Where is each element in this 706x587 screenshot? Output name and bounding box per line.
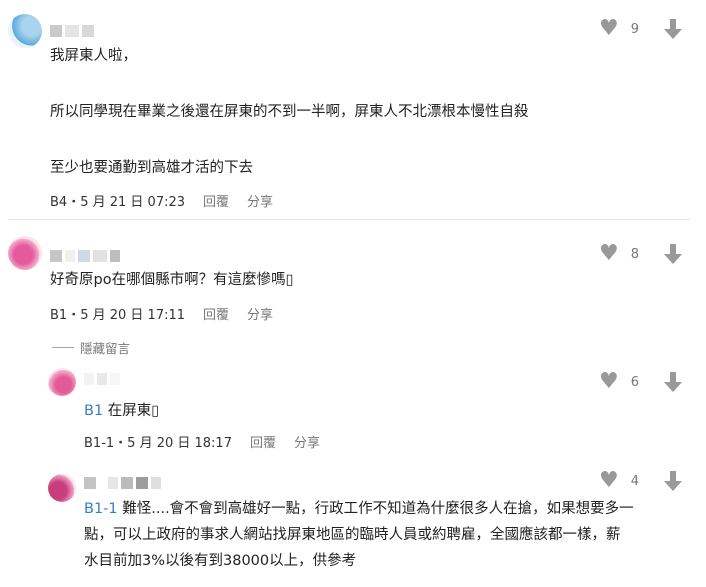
reply-text-content: 在屏東▯ (107, 403, 160, 419)
blurred-username (84, 474, 164, 489)
floor-tag-link[interactable]: B1-1 (84, 501, 118, 517)
comment-text-line: 我屏東人啦， (50, 48, 137, 64)
comment-meta: B1-1・5 月 20 日 18:17 回覆 分享 (84, 432, 320, 451)
vote-controls: ♥ 8 (599, 243, 683, 265)
blurred-username (50, 22, 97, 37)
reply-text: B1-1 難怪....會不會到高雄好一點，行政工作不知道為什麼很多人在搶，如果想… (84, 496, 684, 574)
reply-text-line: B1-1 難怪....會不會到高雄好一點，行政工作不知道為什麼很多人在搶，如果想… (84, 496, 684, 522)
comment-meta: B4・5 月 21 日 07:23 回覆 分享 (50, 191, 273, 210)
floor-label: B1 (50, 308, 68, 323)
reply-button[interactable]: 回覆 (203, 195, 229, 210)
avatar[interactable] (48, 474, 76, 502)
like-count: 4 (630, 473, 640, 489)
avatar[interactable] (8, 236, 42, 270)
avatar[interactable] (48, 368, 76, 396)
divider (8, 219, 690, 220)
comment-text-line: 所以同學現在畢業之後還在屏東的不到一半啊，屏東人不北漂根本慢性自殺 (50, 104, 529, 120)
like-count: 6 (630, 374, 640, 390)
hide-replies-toggle[interactable]: 隱藏留言 (52, 338, 130, 357)
separator: ・ (114, 436, 128, 451)
comment-meta: B1・5 月 20 日 17:11 回覆 分享 (50, 304, 273, 323)
arrow-down-icon[interactable] (663, 371, 683, 393)
floor-label: B4 (50, 195, 68, 210)
timestamp: 5 月 21 日 07:23 (80, 195, 186, 210)
like-count: 9 (630, 21, 640, 37)
floor-tag-link[interactable]: B1 (84, 403, 103, 419)
reply-button[interactable]: 回覆 (203, 308, 229, 323)
arrow-down-icon[interactable] (663, 18, 683, 40)
separator: ・ (67, 308, 81, 323)
reply-button[interactable]: 回覆 (250, 436, 276, 451)
reply-text-content: 難怪....會不會到高雄好一點，行政工作不知道為什麼很多人在搶，如果想要多一 (117, 501, 634, 517)
hide-replies-label: 隱藏留言 (80, 341, 131, 356)
blurred-username (84, 370, 123, 385)
blurred-username (50, 247, 123, 262)
share-button[interactable]: 分享 (247, 308, 273, 323)
avatar[interactable] (8, 14, 42, 48)
reply-text-line: 水目前加3%以後有到38000以上，供參考 (84, 553, 357, 569)
vote-controls: ♥ 4 (599, 470, 683, 492)
heart-icon[interactable]: ♥ (599, 18, 619, 40)
timestamp: 5 月 20 日 17:11 (80, 308, 186, 323)
arrow-down-icon[interactable] (663, 470, 683, 492)
vote-controls: ♥ 9 (599, 18, 683, 40)
floor-label: B1-1 (84, 436, 115, 451)
timestamp: 5 月 20 日 18:17 (127, 436, 232, 451)
arrow-down-icon[interactable] (663, 243, 683, 265)
heart-icon[interactable]: ♥ (599, 371, 619, 393)
share-button[interactable]: 分享 (247, 195, 273, 210)
reply-text: B1 在屏東▯ (84, 399, 159, 420)
vote-controls: ♥ 6 (599, 371, 683, 393)
comment-text-line: 至少也要通勤到高雄才活的下去 (50, 160, 253, 176)
like-count: 8 (630, 246, 640, 262)
heart-icon[interactable]: ♥ (599, 470, 619, 492)
reply-text-line: 點，可以上政府的事求人網站找屏東地區的臨時人員或約聘雇，全國應該都一樣，薪 (84, 527, 621, 543)
comment-text-line: 好奇原po在哪個縣市啊？有這麼慘嗎▯ (50, 272, 294, 288)
heart-icon[interactable]: ♥ (599, 243, 619, 265)
separator: ・ (67, 195, 81, 210)
share-button[interactable]: 分享 (294, 436, 320, 451)
toggle-line (52, 347, 74, 348)
